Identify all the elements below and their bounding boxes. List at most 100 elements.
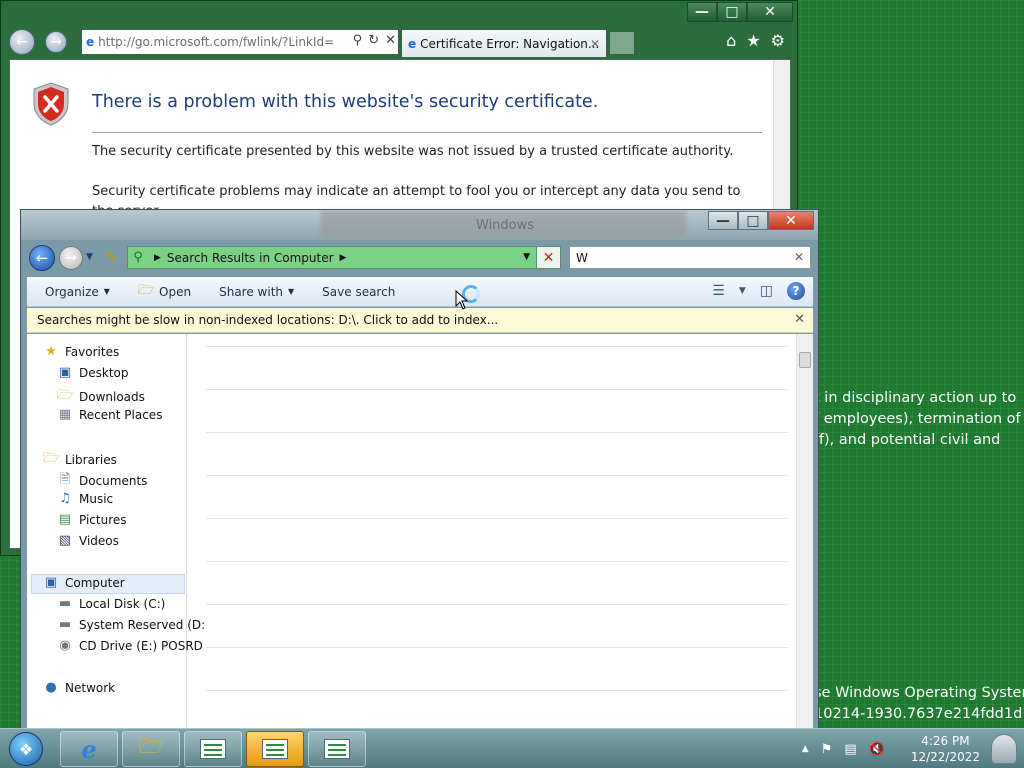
ie-minimize-button[interactable]: — bbox=[687, 2, 717, 22]
stop-icon[interactable]: ✕ bbox=[385, 33, 396, 48]
breadcrumb[interactable]: ⚲ ▶ Search Results in Computer ▶ ▼ ✕ bbox=[127, 246, 561, 269]
ghost-window-title: Windows bbox=[476, 218, 535, 233]
taskbar-app-window[interactable] bbox=[184, 731, 242, 767]
save-search-button[interactable]: Save search bbox=[312, 285, 405, 299]
forward-button[interactable]: → bbox=[59, 246, 83, 270]
breadcrumb-label[interactable]: Search Results in Computer bbox=[167, 251, 334, 265]
favorites-star-icon[interactable]: ★ bbox=[746, 31, 760, 50]
explorer-window: Windows — □ ✕ ← → ▼ ✎ ⚲ ▶ Search Results… bbox=[20, 209, 819, 730]
nav-item-libraries[interactable]: 🗁 Libraries bbox=[43, 449, 117, 471]
nav-item-recent-places[interactable]: ▦ Recent Places bbox=[57, 407, 163, 422]
result-row-divider bbox=[206, 647, 788, 648]
preview-pane-icon[interactable]: ◫ bbox=[760, 283, 773, 299]
breadcrumb-chevron-icon[interactable]: ▶ bbox=[154, 253, 161, 263]
nav-item-system-reserved[interactable]: ▬ System Reserved (D: bbox=[57, 617, 205, 632]
nav-item-favorites[interactable]: ★ Favorites bbox=[43, 344, 119, 359]
close-icon[interactable]: ✕ bbox=[794, 312, 805, 327]
desktop-os-line: se Windows Operating System bbox=[814, 685, 1024, 701]
explorer-caption-buttons: — □ ✕ bbox=[708, 211, 814, 230]
scrollbar-thumb[interactable] bbox=[799, 352, 811, 368]
taskbar: ❖ e 🗁 ▲ ⚑ ▤ 🔇 4:26 PM 12/22/2022 bbox=[0, 728, 1024, 768]
clock-date: 12/22/2022 bbox=[910, 750, 980, 764]
nav-item-network[interactable]: ● Network bbox=[43, 680, 115, 695]
change-view-icon[interactable]: ☰ bbox=[712, 283, 725, 299]
open-button[interactable]: 🗁 Open bbox=[128, 281, 201, 303]
recent-pages-dropdown[interactable]: ▼ bbox=[86, 252, 93, 262]
open-label: Open bbox=[159, 284, 192, 299]
ie-close-button[interactable]: ✕ bbox=[747, 2, 793, 22]
share-with-button[interactable]: Share with ▼ bbox=[209, 285, 304, 299]
nav-item-videos[interactable]: ▧ Videos bbox=[57, 533, 119, 548]
start-button[interactable]: ❖ bbox=[2, 730, 50, 768]
action-center-flag-icon[interactable]: ⚑ bbox=[821, 742, 833, 757]
result-row-divider bbox=[206, 475, 788, 476]
view-controls: ☰ ▼ ◫ ? bbox=[712, 282, 805, 300]
nav-item-documents[interactable]: 🗎 Documents bbox=[57, 470, 148, 492]
explorer-command-bar: Organize ▼ 🗁 Open Share with ▼ Save sear… bbox=[27, 277, 813, 307]
taskbar-internet-explorer[interactable]: e bbox=[60, 731, 118, 767]
certificate-error-heading: There is a problem with this website's s… bbox=[92, 92, 599, 112]
search-results-pane[interactable] bbox=[188, 334, 796, 730]
organize-button[interactable]: Organize ▼ bbox=[35, 285, 120, 299]
ie-forward-button[interactable]: → bbox=[45, 31, 67, 53]
ie-tab-certificate-error[interactable]: e Certificate Error: Navigation... ✕ bbox=[401, 29, 607, 57]
search-input-value: W bbox=[576, 250, 588, 265]
volume-muted-icon[interactable]: 🔇 bbox=[869, 742, 885, 757]
breadcrumb-chevron-icon[interactable]: ▶ bbox=[340, 253, 347, 263]
help-icon[interactable]: ? bbox=[787, 282, 805, 300]
nav-item-pictures[interactable]: ▤ Pictures bbox=[57, 512, 127, 527]
ie-tab-icon: e bbox=[408, 36, 417, 51]
mouse-pointer-icon bbox=[455, 290, 469, 310]
taskbar-app-window[interactable] bbox=[308, 731, 366, 767]
taskbar-windows-explorer[interactable]: 🗁 bbox=[122, 731, 180, 767]
user-avatar-icon bbox=[991, 734, 1017, 764]
documents-icon: 🗎 bbox=[59, 472, 71, 487]
search-icon[interactable]: ⚲ bbox=[353, 33, 363, 48]
star-icon: ★ bbox=[45, 344, 57, 359]
nav-item-music[interactable]: ♫ Music bbox=[57, 491, 113, 506]
search-input[interactable]: W ✕ bbox=[569, 246, 811, 269]
film-icon: ▧ bbox=[58, 533, 72, 548]
ie-new-tab-button[interactable] bbox=[609, 31, 635, 55]
desktop-message-text: t in disciplinary action up to f employe… bbox=[814, 388, 1021, 451]
result-row-divider bbox=[206, 604, 788, 605]
downloads-folder-icon: 🗁 bbox=[57, 388, 74, 403]
chevron-down-icon[interactable]: ▼ bbox=[523, 252, 530, 262]
taskbar-app-window-active[interactable] bbox=[246, 731, 304, 767]
result-row-divider bbox=[206, 561, 788, 562]
clear-search-icon[interactable]: ✕ bbox=[794, 250, 804, 264]
nav-item-downloads[interactable]: 🗁 Downloads bbox=[57, 386, 145, 408]
chevron-down-icon[interactable]: ▼ bbox=[739, 286, 746, 296]
explorer-minimize-button[interactable]: — bbox=[708, 211, 738, 230]
ie-toolbar-icons: ⌂ ★ ⚙ bbox=[726, 31, 785, 50]
ie-back-button[interactable]: ← bbox=[9, 29, 35, 55]
nav-item-computer[interactable]: ▣ Computer bbox=[43, 575, 125, 590]
tab-close-icon[interactable]: ✕ bbox=[590, 37, 600, 51]
stop-search-button[interactable]: ✕ bbox=[536, 247, 560, 268]
nav-label: Videos bbox=[79, 533, 119, 548]
desktop-message-line: f employees), termination of bbox=[814, 411, 1021, 427]
home-icon[interactable]: ⌂ bbox=[726, 31, 736, 50]
back-button[interactable]: ← bbox=[29, 245, 55, 271]
explorer-maximize-button[interactable]: □ bbox=[738, 211, 768, 230]
network-icon[interactable]: ▤ bbox=[844, 742, 856, 757]
desktop-icon: ▣ bbox=[58, 365, 72, 380]
ie-address-bar[interactable]: e http://go.microsoft.com/fwlink/?LinkId… bbox=[81, 29, 399, 55]
ie-maximize-button[interactable]: □ bbox=[717, 2, 747, 22]
show-hidden-icons-button[interactable]: ▲ bbox=[802, 744, 809, 754]
ie-address-text: http://go.microsoft.com/fwlink/?LinkId= bbox=[98, 35, 335, 49]
clock[interactable]: 4:26 PM 12/22/2022 bbox=[911, 733, 980, 765]
explorer-titlebar[interactable]: Windows — □ ✕ bbox=[21, 210, 818, 240]
nav-item-local-disk[interactable]: ▬ Local Disk (C:) bbox=[57, 596, 165, 611]
folder-up-icon[interactable]: ✎ bbox=[105, 248, 118, 266]
show-desktop-button[interactable] bbox=[986, 731, 1022, 767]
index-info-bar[interactable]: Searches might be slow in non-indexed lo… bbox=[27, 308, 813, 333]
explorer-vertical-scrollbar[interactable] bbox=[796, 334, 813, 730]
ie-caption-buttons: — □ ✕ bbox=[687, 2, 793, 22]
nav-item-cd-drive[interactable]: ◉ CD Drive (E:) POSRD bbox=[57, 638, 203, 653]
nav-item-desktop[interactable]: ▣ Desktop bbox=[57, 365, 129, 380]
explorer-close-button[interactable]: ✕ bbox=[768, 211, 814, 230]
gear-icon[interactable]: ⚙ bbox=[771, 31, 785, 50]
refresh-icon[interactable]: ↻ bbox=[368, 33, 379, 48]
heading-divider bbox=[92, 132, 762, 133]
